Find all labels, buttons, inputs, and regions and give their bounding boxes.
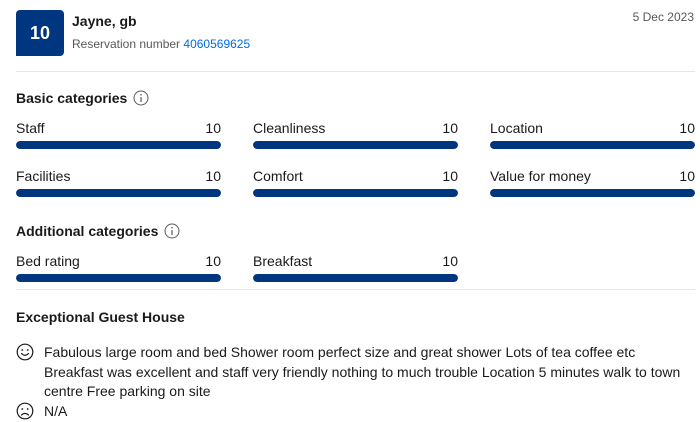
score-bar <box>253 189 458 197</box>
basic-categories-label: Basic categories <box>16 90 128 106</box>
reservation-info: Reservation number 4060569625 <box>72 37 250 51</box>
score-bar-fill <box>16 189 221 197</box>
sad-face-icon <box>16 402 34 420</box>
category-label: Staff <box>16 120 45 136</box>
additional-categories-title: Additional categories <box>16 223 180 239</box>
score-bar <box>16 189 221 197</box>
category-breakfast: Breakfast 10 <box>253 252 458 282</box>
info-icon[interactable] <box>133 90 149 106</box>
score-bar-fill <box>490 141 695 149</box>
score-bar <box>490 141 695 149</box>
category-label: Facilities <box>16 168 71 184</box>
category-label: Cleanliness <box>253 120 326 136</box>
category-location: Location 10 <box>490 119 695 149</box>
positive-comment: Fabulous large room and bed Shower room … <box>44 344 681 399</box>
category-score: 10 <box>205 168 221 184</box>
score-bar <box>253 274 458 282</box>
category-label: Bed rating <box>16 253 80 269</box>
category-label: Location <box>490 120 543 136</box>
score-bar <box>253 141 458 149</box>
category-value-for-money: Value for money 10 <box>490 167 695 197</box>
category-comfort: Comfort 10 <box>253 167 458 197</box>
score-bar-fill <box>16 274 221 282</box>
score-bar-fill <box>16 141 221 149</box>
score-bar <box>16 141 221 149</box>
review-title: Exceptional Guest House <box>16 309 185 325</box>
category-label: Comfort <box>253 168 303 184</box>
category-score: 10 <box>679 168 695 184</box>
category-score: 10 <box>442 120 458 136</box>
score-bar-fill <box>490 189 695 197</box>
category-score: 10 <box>442 168 458 184</box>
category-score: 10 <box>442 253 458 269</box>
score-bar-fill <box>253 141 458 149</box>
category-label: Value for money <box>490 168 591 184</box>
category-score: 10 <box>205 120 221 136</box>
category-bed-rating: Bed rating 10 <box>16 252 221 282</box>
negative-comment: N/A <box>44 403 68 419</box>
guest-name: Jayne, gb <box>72 13 137 29</box>
category-score: 10 <box>679 120 695 136</box>
info-icon[interactable] <box>164 223 180 239</box>
review-score-badge: 10 <box>16 10 64 56</box>
score-bar <box>490 189 695 197</box>
score-bar-fill <box>253 274 458 282</box>
category-score: 10 <box>205 253 221 269</box>
category-facilities: Facilities 10 <box>16 167 221 197</box>
reservation-number-link[interactable]: 4060569625 <box>183 37 250 51</box>
divider <box>16 289 695 290</box>
reservation-label: Reservation number <box>72 37 181 51</box>
smile-face-icon <box>16 343 34 361</box>
category-staff: Staff 10 <box>16 119 221 149</box>
score-bar <box>16 274 221 282</box>
divider <box>16 71 695 72</box>
category-label: Breakfast <box>253 253 313 269</box>
additional-categories-label: Additional categories <box>16 223 159 239</box>
basic-categories-title: Basic categories <box>16 90 149 106</box>
score-bar-fill <box>253 189 458 197</box>
review-date: 5 Dec 2023 <box>632 10 694 24</box>
category-cleanliness: Cleanliness 10 <box>253 119 458 149</box>
